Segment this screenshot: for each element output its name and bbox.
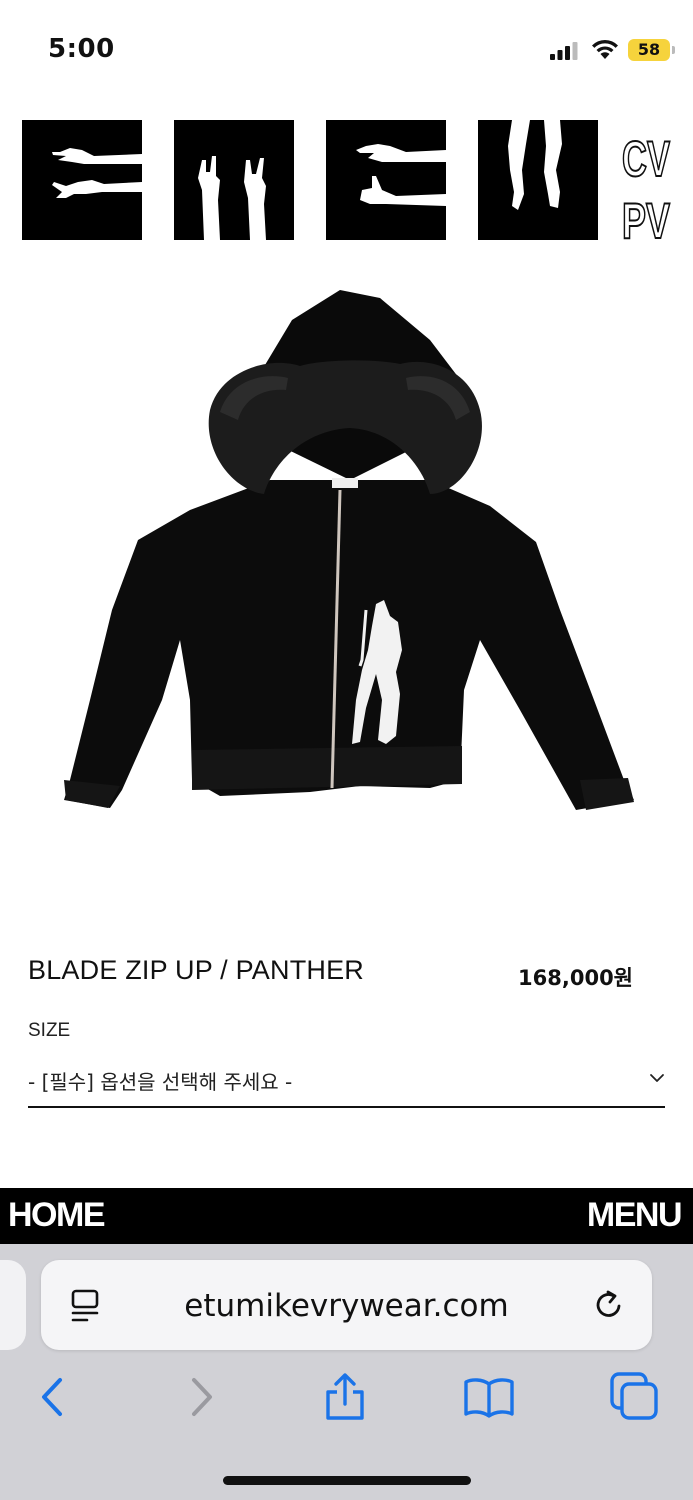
signal-icon — [550, 42, 578, 60]
brand-logo: CV PV — [621, 130, 671, 242]
chevron-down-icon — [650, 1074, 664, 1082]
reaching-arms-icon — [22, 120, 142, 240]
address-bar[interactable]: etumikevrywear.com — [41, 1260, 652, 1350]
svg-text:CV: CV — [622, 131, 670, 187]
browser-chrome: etumikevrywear.com — [0, 1244, 693, 1500]
size-select[interactable]: - [필수] 옵션을 선택해 주세요 - — [28, 1060, 665, 1108]
product-name: BLADE ZIP UP / PANTHER — [28, 955, 364, 985]
product-image[interactable] — [50, 280, 650, 840]
size-option-label: SIZE — [28, 1020, 71, 1041]
status-time: 5:00 — [48, 34, 115, 64]
menu-link[interactable]: MENU — [587, 1196, 683, 1235]
home-link[interactable]: HOME — [8, 1196, 106, 1235]
rock-hands-icon — [174, 120, 294, 240]
browser-toolbar — [0, 1364, 693, 1424]
bottom-nav: HOME MENU — [0, 1188, 693, 1244]
tabs-icon[interactable] — [610, 1372, 660, 1422]
battery-icon: 58 — [628, 39, 675, 61]
reload-icon[interactable] — [592, 1288, 626, 1322]
wifi-icon — [592, 39, 618, 59]
home-indicator[interactable] — [223, 1476, 471, 1485]
svg-text:PV: PV — [622, 193, 670, 242]
forward-icon[interactable] — [176, 1372, 226, 1422]
url-text[interactable]: etumikevrywear.com — [41, 1288, 652, 1324]
share-icon[interactable] — [320, 1372, 370, 1422]
size-select-value: - [필수] 옵션을 선택해 주세요 - — [28, 1070, 293, 1094]
previous-tab-preview[interactable] — [0, 1260, 26, 1350]
brand-logo-row[interactable]: CV PV — [22, 120, 672, 242]
back-icon[interactable] — [28, 1372, 78, 1422]
status-bar: 5:00 58 — [0, 0, 693, 100]
middle-finger-arms-icon — [326, 120, 446, 240]
legs-icon — [478, 120, 598, 240]
bookmarks-icon[interactable] — [464, 1372, 514, 1422]
product-price: 168,000원 — [518, 966, 633, 990]
